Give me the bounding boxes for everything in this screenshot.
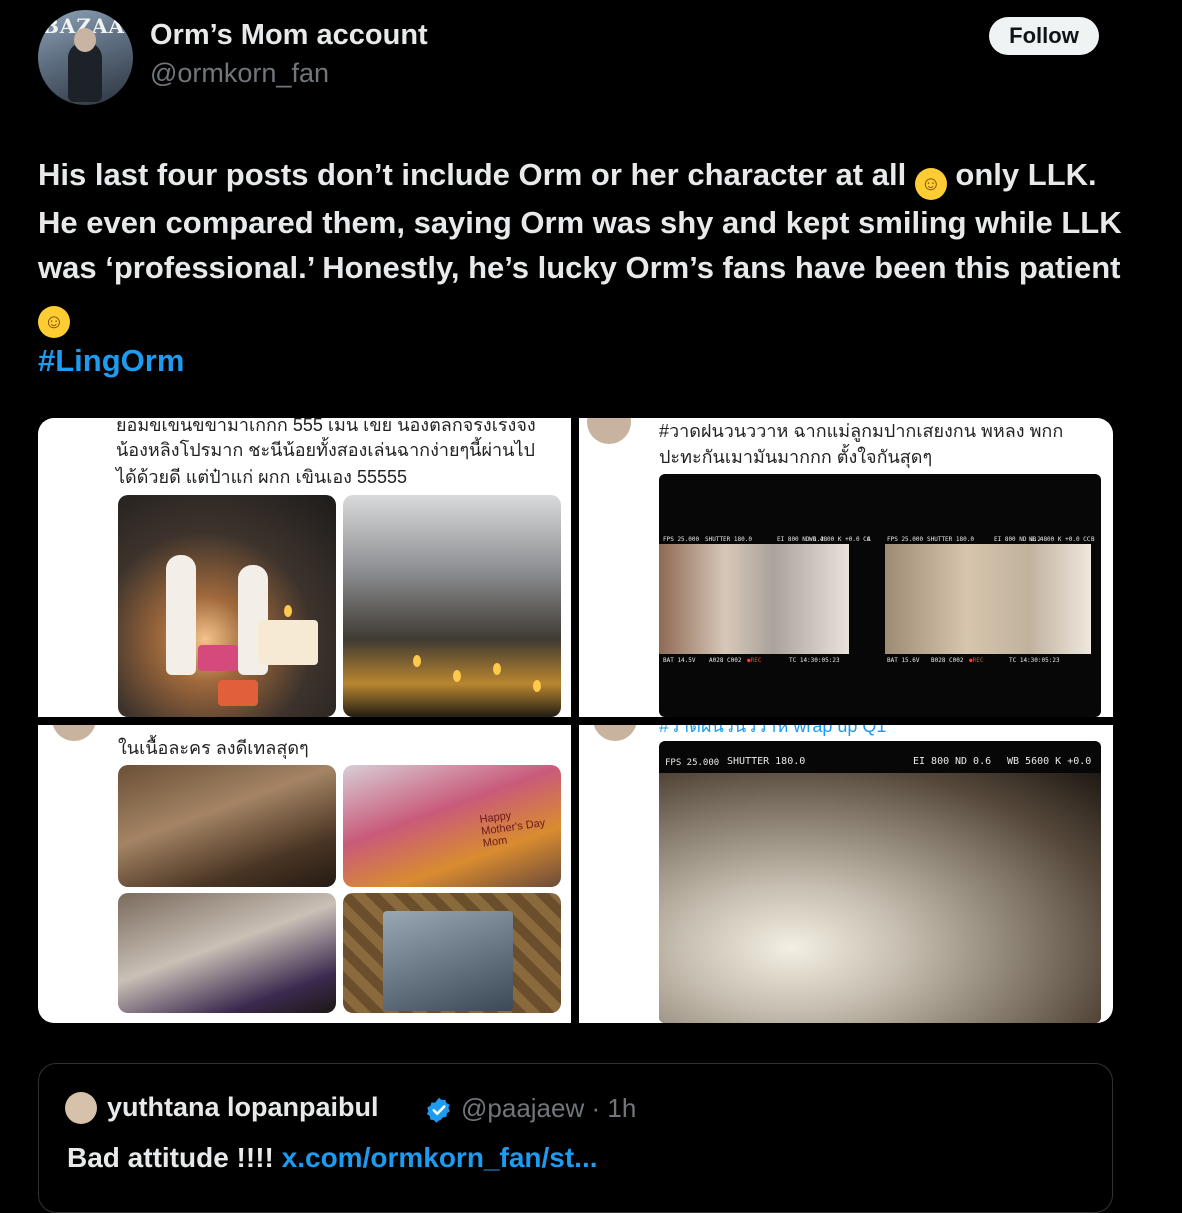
- panel3-photo-shelf: [118, 765, 336, 887]
- author-handle[interactable]: @ormkorn_fan: [150, 58, 329, 89]
- quoted-author-avatar[interactable]: [65, 1092, 97, 1124]
- author-avatar[interactable]: BAZAAR: [38, 10, 133, 105]
- mothers-day-card-text: Happy Mother's Day Mom: [478, 809, 547, 850]
- flame-icon: [493, 663, 501, 675]
- hud-ei: EI 800: [913, 756, 950, 767]
- panel4-monitor-photo: FPS 25.000 SHUTTER 180.0 EI 800 ND 0.6 W…: [659, 741, 1101, 1023]
- hud-left-fps: FPS 25.000: [663, 536, 700, 543]
- meta-separator: ·: [584, 1093, 608, 1123]
- flame-icon: [533, 680, 541, 692]
- hud-right-bat: BAT 15.6V: [887, 657, 920, 664]
- flame-icon: [413, 655, 421, 667]
- hud-right-shutter: SHUTTER 180.0: [927, 536, 974, 543]
- avatar-person-head: [74, 28, 96, 52]
- hud-fps: FPS 25.000: [665, 758, 720, 768]
- author-display-name[interactable]: Orm’s Mom account: [150, 19, 428, 52]
- hud-right-tc: TC 14:30:05:23: [1009, 657, 1060, 664]
- hud-shutter: SHUTTER 180.0: [727, 756, 806, 767]
- panel1-photo-flowers-table: [343, 495, 561, 717]
- panel3-photo-cards: Happy Mother's Day Mom: [343, 765, 561, 887]
- hud-right-clip: B028 C002: [931, 657, 964, 664]
- panel2-monitor-photo: FPS 25.000 SHUTTER 180.0 EI 800 ND 1.2 W…: [659, 474, 1101, 717]
- media-panel-1[interactable]: ยอมขเขนขขามาเกกก 555 เมน เขย นองตลกจรงเร…: [38, 418, 571, 717]
- hud-left-cam: A: [867, 536, 871, 543]
- quoted-post-time[interactable]: 1h: [607, 1093, 636, 1123]
- panel3-photo-frame: [343, 893, 561, 1013]
- quoted-author-name[interactable]: yuthtana lopanpaibul: [107, 1092, 379, 1123]
- quoted-post-link[interactable]: x.com/ormkorn_fan/st...: [282, 1142, 598, 1173]
- panel3-user-avatar: [52, 725, 96, 741]
- hud-left-tc: TC 14:30:05:23: [789, 657, 840, 664]
- hud-right-rec: ●REC: [969, 657, 984, 664]
- hud-right-cam: B: [1091, 536, 1095, 543]
- flame-icon: [453, 670, 461, 682]
- panel4-user-avatar: [593, 725, 637, 741]
- panel2-screen-left: [659, 544, 849, 654]
- panel2-user-avatar: [587, 418, 631, 444]
- media-collage[interactable]: ยอมขเขนขขามาเกกก 555 เมน เขย นองตลกจรงเร…: [38, 418, 1113, 1023]
- photo-frame-icon: [383, 911, 513, 1011]
- hud-wb: WB 5600 K +0.0: [1007, 756, 1092, 767]
- candle-icon: [218, 680, 258, 706]
- follow-button[interactable]: Follow: [989, 17, 1099, 55]
- quoted-post-text: Bad attitude !!!! x.com/ormkorn_fan/st..…: [67, 1142, 598, 1174]
- panel1-caption-line2: ได้ด้วยดี แต่ป๋าแก่ ผกก เขินเอง 55555: [116, 467, 408, 487]
- post-text: His last four posts don’t include Orm or…: [38, 152, 1138, 383]
- panel2-caption-line2: ปะทะกันเมามันมากกก ตั้งใจกันสุดๆ: [659, 447, 933, 467]
- panel3-photo-desk: [118, 893, 336, 1013]
- rolling-on-floor-laughing-emoji-icon: ☺: [914, 168, 947, 200]
- candle-icon: [258, 620, 318, 665]
- quoted-post[interactable]: yuthtana lopanpaibul @paajaew · 1h Bad a…: [38, 1063, 1113, 1213]
- panel2-screen-right: [885, 544, 1091, 654]
- hud-left-bat: BAT 14.5V: [663, 657, 696, 664]
- hud-left-wb: WB 4800 K +0.0 CC: [809, 536, 871, 543]
- panel3-caption-line1: ในเนื้อละคร ลงดีเทลสุดๆ: [118, 738, 309, 758]
- panel4-caption-top: #วาดฝนวนววาห wrap up Q1: [659, 725, 887, 736]
- hud-right-wb: WB 4800 K +0.0 CC: [1029, 536, 1091, 543]
- panel2-caption-line1-rest: ฉากแม่ลูกมปากเสยงกน พหลง พกก: [788, 421, 1064, 441]
- panel2-caption-hashtag: #วาดฝนวนววาห: [659, 421, 789, 441]
- verified-badge-icon: [426, 1097, 450, 1123]
- hud-left-rec: ●REC: [747, 657, 762, 664]
- panel1-caption-line1: น้องหลิงโปรมาก ชะนีน้อยทั้งสองเล่นฉากง่า…: [116, 440, 535, 460]
- quoted-meta: @paajaew · 1h: [461, 1093, 636, 1124]
- panel2-caption-line1: #วาดฝนวนววาห ฉากแม่ลูกมปากเสยงกน พหลง พก…: [659, 418, 1063, 445]
- media-panel-3[interactable]: ในเนื้อละคร ลงดีเทลสุดๆ Happy Mother's D…: [38, 725, 571, 1023]
- panel4-screen: [659, 773, 1101, 1023]
- candle-icon: [198, 645, 238, 671]
- statue-figure-icon: [166, 555, 196, 675]
- flame-icon: [284, 605, 292, 617]
- hud-left-clip: A028 C002: [709, 657, 742, 664]
- media-panel-4[interactable]: #วาดฝนวนววาห wrap up Q1 FPS 25.000 SHUTT…: [579, 725, 1113, 1023]
- quoted-text-body: Bad attitude !!!!: [67, 1142, 282, 1173]
- panel1-photo-statues-candles: [118, 495, 336, 717]
- media-panel-2[interactable]: #วาดฝนวนววาห ฉากแม่ลูกมปากเสยงกน พหลง พก…: [579, 418, 1113, 717]
- quoted-author-handle[interactable]: @paajaew: [461, 1093, 584, 1123]
- hashtag-link[interactable]: #LingOrm: [38, 338, 184, 383]
- hud-right-fps: FPS 25.000: [887, 536, 924, 543]
- face-with-raised-eyebrow-emoji-icon: ☺: [38, 306, 70, 338]
- hud-nd: ND 0.6: [955, 756, 992, 767]
- hud-left-shutter: SHUTTER 180.0: [705, 536, 752, 543]
- post-text-part1: His last four posts don’t include Orm or…: [38, 157, 915, 192]
